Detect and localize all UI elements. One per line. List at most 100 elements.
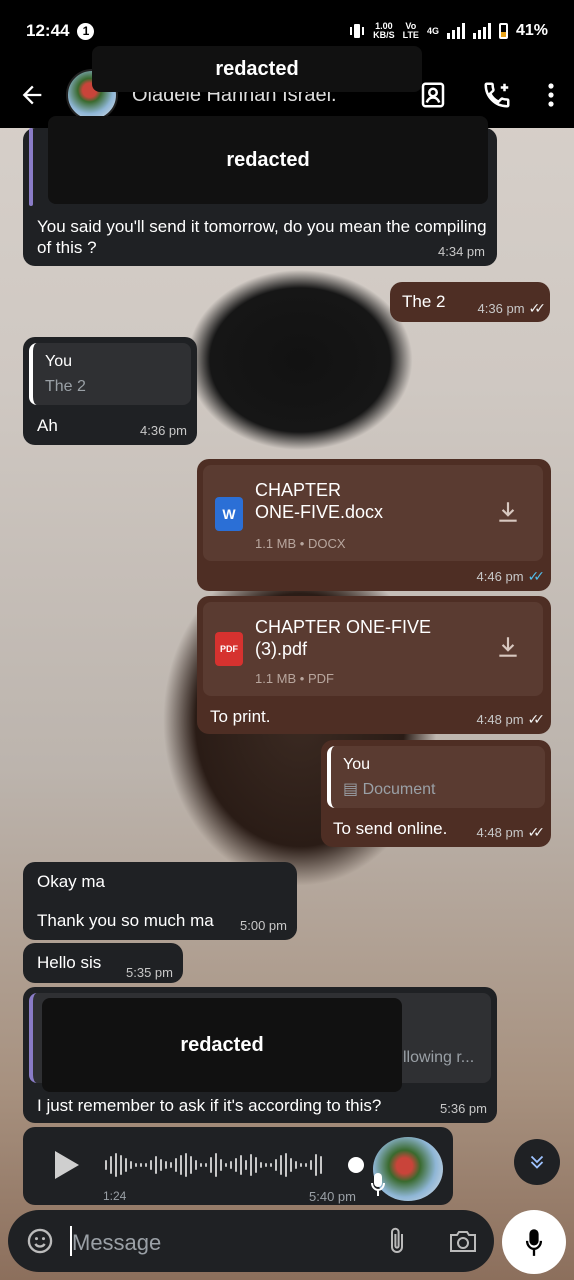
word-doc-icon: W [215,497,243,531]
document-title-line1: CHAPTER ONE-FIVE [255,617,432,637]
signal-icon-1 [446,23,465,39]
message-caption: To print. [210,707,271,726]
pdf-doc-icon: PDF [215,632,243,666]
waveform-bar [105,1160,107,1170]
download-icon[interactable] [495,499,521,525]
reply-quote: You ▤ Document [327,746,545,808]
message-text-line1: Okay ma [37,872,106,891]
scroll-down-button[interactable] [514,1139,560,1185]
back-arrow-icon[interactable] [18,81,46,109]
voice-message[interactable]: 1:24 5:40 pm [23,1127,453,1205]
message-input-bar[interactable]: Message [8,1210,494,1272]
header-actions [418,80,556,110]
waveform-bar [220,1159,222,1171]
document-meta: 1.1 MB • PDF [255,671,334,686]
waveform-bar [250,1154,252,1176]
mic-button[interactable] [502,1210,566,1274]
waveform-bar [215,1153,217,1177]
waveform-bar [265,1163,267,1167]
vibrate-icon [350,24,365,38]
document-title: CHAPTER ONE-FIVE (3).pdf [255,616,475,660]
quote-author: You [343,756,370,773]
message-bubble-outgoing[interactable]: The 2 4:36 pm ✓✓ [390,282,550,322]
waveform-bar [135,1163,137,1167]
waveform-bar [180,1155,182,1175]
voice-progress-handle[interactable] [348,1157,364,1173]
waveform-bar [255,1157,257,1173]
redaction-quote: redacted [48,116,488,204]
message-bubble-outgoing[interactable]: You ▤ Document To send online. 4:48 pm ✓✓ [321,740,551,847]
message-text: Hello sis [37,953,102,972]
waveform-bar [120,1155,122,1175]
camera-icon[interactable] [448,1228,478,1254]
redaction-quote: redacted [42,998,402,1092]
waveform-bar [125,1158,127,1172]
voice-duration: 1:24 [103,1189,127,1203]
read-ticks-icon: ✓✓ [527,711,546,727]
waveform-bar [245,1160,247,1170]
waveform-bar [295,1161,297,1169]
document-card[interactable]: PDF CHAPTER ONE-FIVE (3).pdf 1.1 MB • PD… [203,602,543,696]
add-call-icon[interactable] [482,80,512,110]
waveform-bar [305,1163,307,1167]
waveform-bar [175,1158,177,1172]
play-icon[interactable] [51,1149,81,1181]
waveform-bar [145,1163,147,1167]
message-bubble-incoming[interactable]: Hello sis 5:35 pm [23,943,183,983]
waveform-bar [190,1156,192,1174]
waveform-bar [240,1155,242,1175]
waveform-bar [290,1158,292,1172]
message-time: 4:36 pm [140,423,187,438]
message-time: 4:48 pm [476,712,524,727]
message-time: 4:48 pm [476,825,524,840]
message-bubble-incoming[interactable]: You The 2 Ah 4:36 pm [23,337,197,445]
voice-waveform[interactable] [105,1151,322,1179]
quote-text: llowing r... [403,1049,475,1066]
waveform-bar [140,1163,142,1167]
read-ticks-icon: ✓✓ [527,824,546,840]
download-icon[interactable] [495,634,521,660]
message-bubble-incoming[interactable]: Okay ma Thank you so much ma 5:00 pm [23,862,297,940]
message-time: 5:35 pm [126,965,173,980]
notification-badge: 1 [77,22,95,40]
network-speed: 1.00 KB/S [373,22,395,40]
signal-icon-2 [472,23,491,39]
message-time: 5:36 pm [440,1101,487,1116]
waveform-bar [205,1163,207,1167]
waveform-bar [185,1153,187,1177]
message-time: 4:34 pm [438,244,485,259]
read-ticks-icon: ✓✓ [528,300,547,316]
message-time: 5:40 pm [309,1189,356,1204]
message-text: To send online. [333,819,448,838]
waveform-bar [225,1163,227,1167]
waveform-bar [275,1159,277,1171]
battery-icon [498,23,508,39]
message-bubble-outgoing[interactable]: W CHAPTER ONE-FIVE.docx 1.1 MB • DOCX 4:… [197,459,551,591]
document-title-line2: (3).pdf [255,639,308,659]
quote-text: ▤ Document [343,779,533,800]
status-time: 12:44 [26,21,70,40]
more-vert-icon[interactable] [546,81,556,109]
network-type: 4G [426,25,439,36]
waveform-bar [130,1161,132,1169]
document-card[interactable]: W CHAPTER ONE-FIVE.docx 1.1 MB • DOCX [203,465,543,561]
message-text: You said you'll send it tomorrow, do you… [37,217,487,257]
attach-icon[interactable] [386,1226,408,1256]
waveform-bar [210,1157,212,1173]
message-bubble-outgoing[interactable]: PDF CHAPTER ONE-FIVE (3).pdf 1.1 MB • PD… [197,596,551,734]
waveform-bar [115,1153,117,1177]
message-input[interactable]: Message [72,1230,161,1256]
add-contact-icon[interactable] [418,80,448,110]
document-title-line1: CHAPTER [255,480,342,500]
message-time: 4:46 pm [476,569,524,584]
battery-percent: 41% [515,22,548,39]
waveform-bar [280,1155,282,1175]
waveform-bar [285,1153,287,1177]
network-speed-unit: KB/S [373,30,395,40]
message-time: 5:00 pm [240,918,287,933]
sticker-icon[interactable] [26,1227,54,1255]
waveform-bar [270,1163,272,1167]
message-text: I just remember to ask if it's according… [37,1096,382,1115]
document-title-line2: ONE-FIVE.docx [255,502,384,522]
waveform-bar [260,1162,262,1168]
